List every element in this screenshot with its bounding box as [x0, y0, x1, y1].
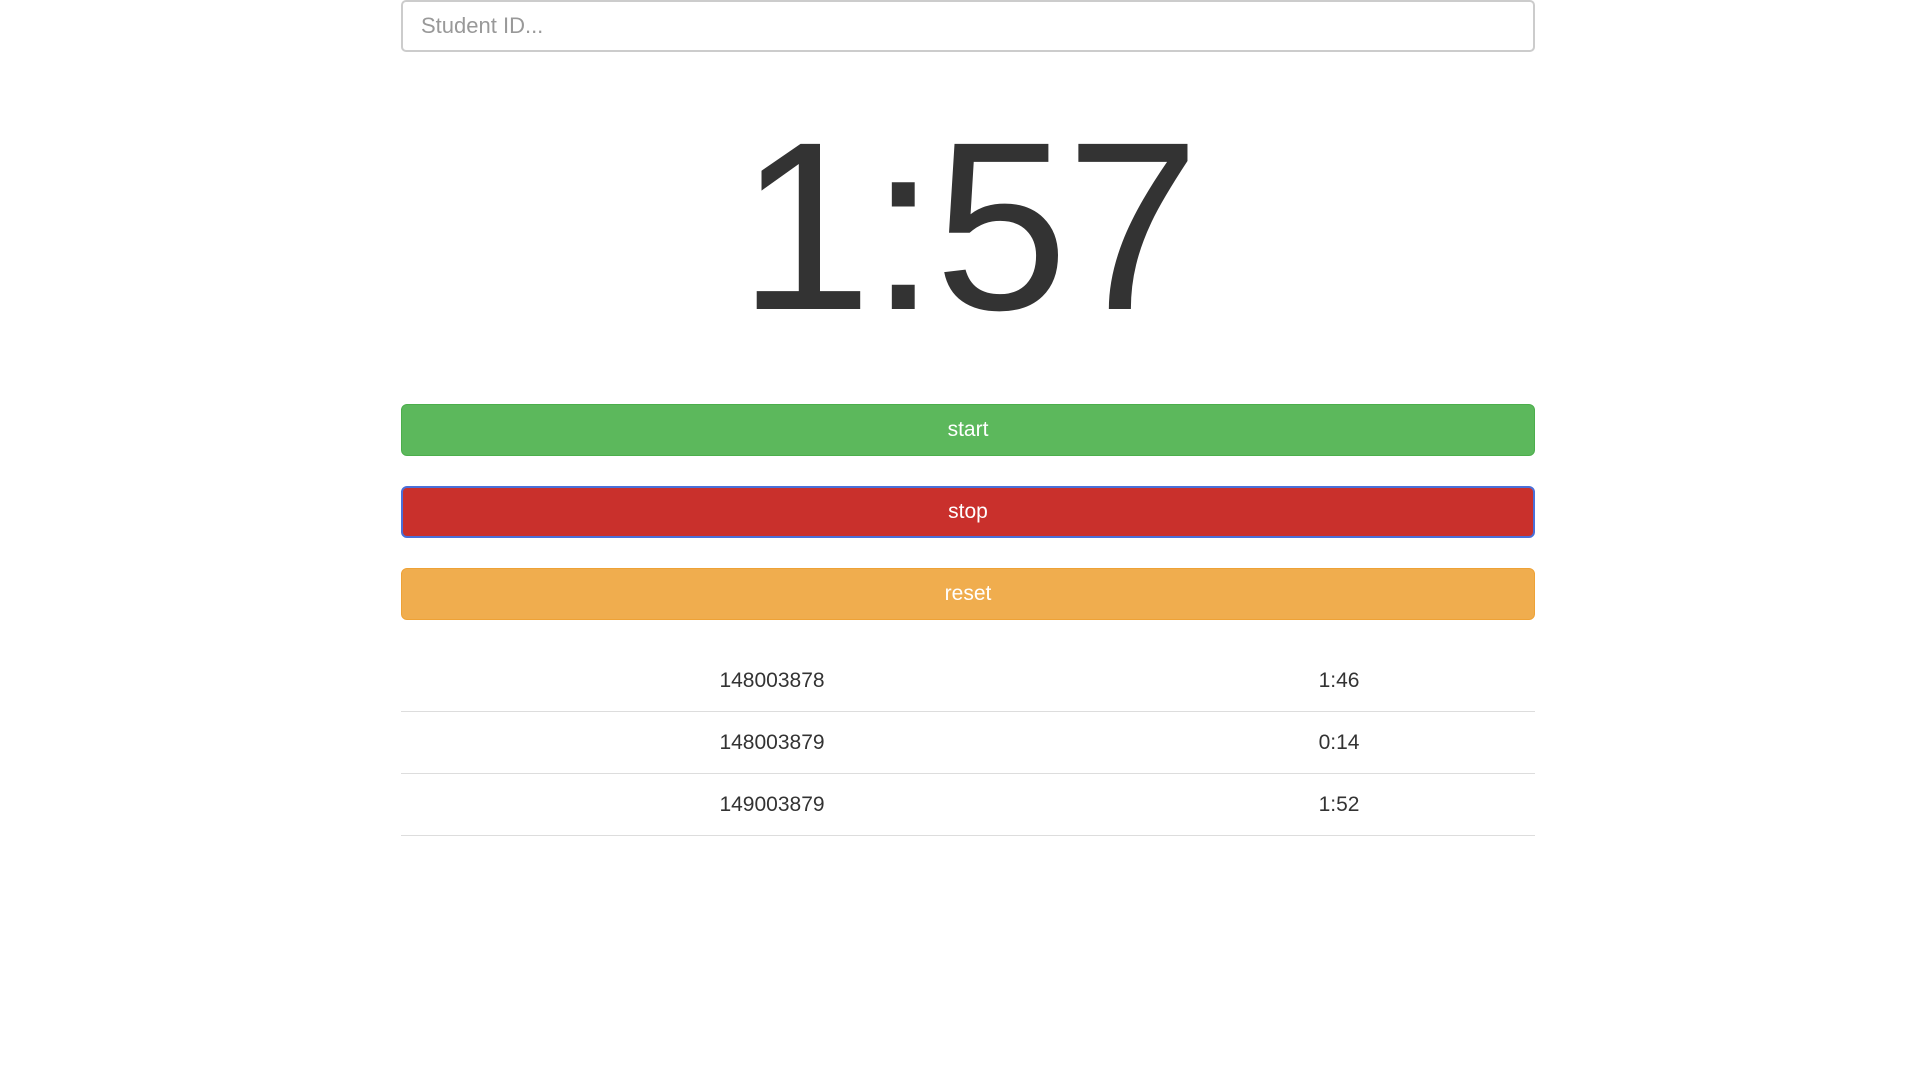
- timer-display: 1:57: [738, 92, 1199, 360]
- stop-button[interactable]: stop: [401, 486, 1535, 538]
- reset-button[interactable]: reset: [401, 568, 1535, 620]
- table-row: 148003879 0:14: [401, 711, 1535, 774]
- student-id-input[interactable]: [401, 0, 1535, 52]
- student-id-cell: 148003879: [401, 711, 1143, 774]
- time-cell: 1:46: [1143, 650, 1535, 712]
- student-id-cell: 148003878: [401, 650, 1143, 712]
- table-row: 148003878 1:46: [401, 650, 1535, 712]
- stopwatch-app: 1:57 start stop reset 148003878 1:46 148…: [401, 0, 1535, 836]
- results-table: 148003878 1:46 148003879 0:14 149003879 …: [401, 650, 1535, 836]
- student-id-cell: 149003879: [401, 773, 1143, 836]
- start-button[interactable]: start: [401, 404, 1535, 456]
- table-row: 149003879 1:52: [401, 773, 1535, 836]
- time-cell: 0:14: [1143, 711, 1535, 774]
- time-cell: 1:52: [1143, 773, 1535, 836]
